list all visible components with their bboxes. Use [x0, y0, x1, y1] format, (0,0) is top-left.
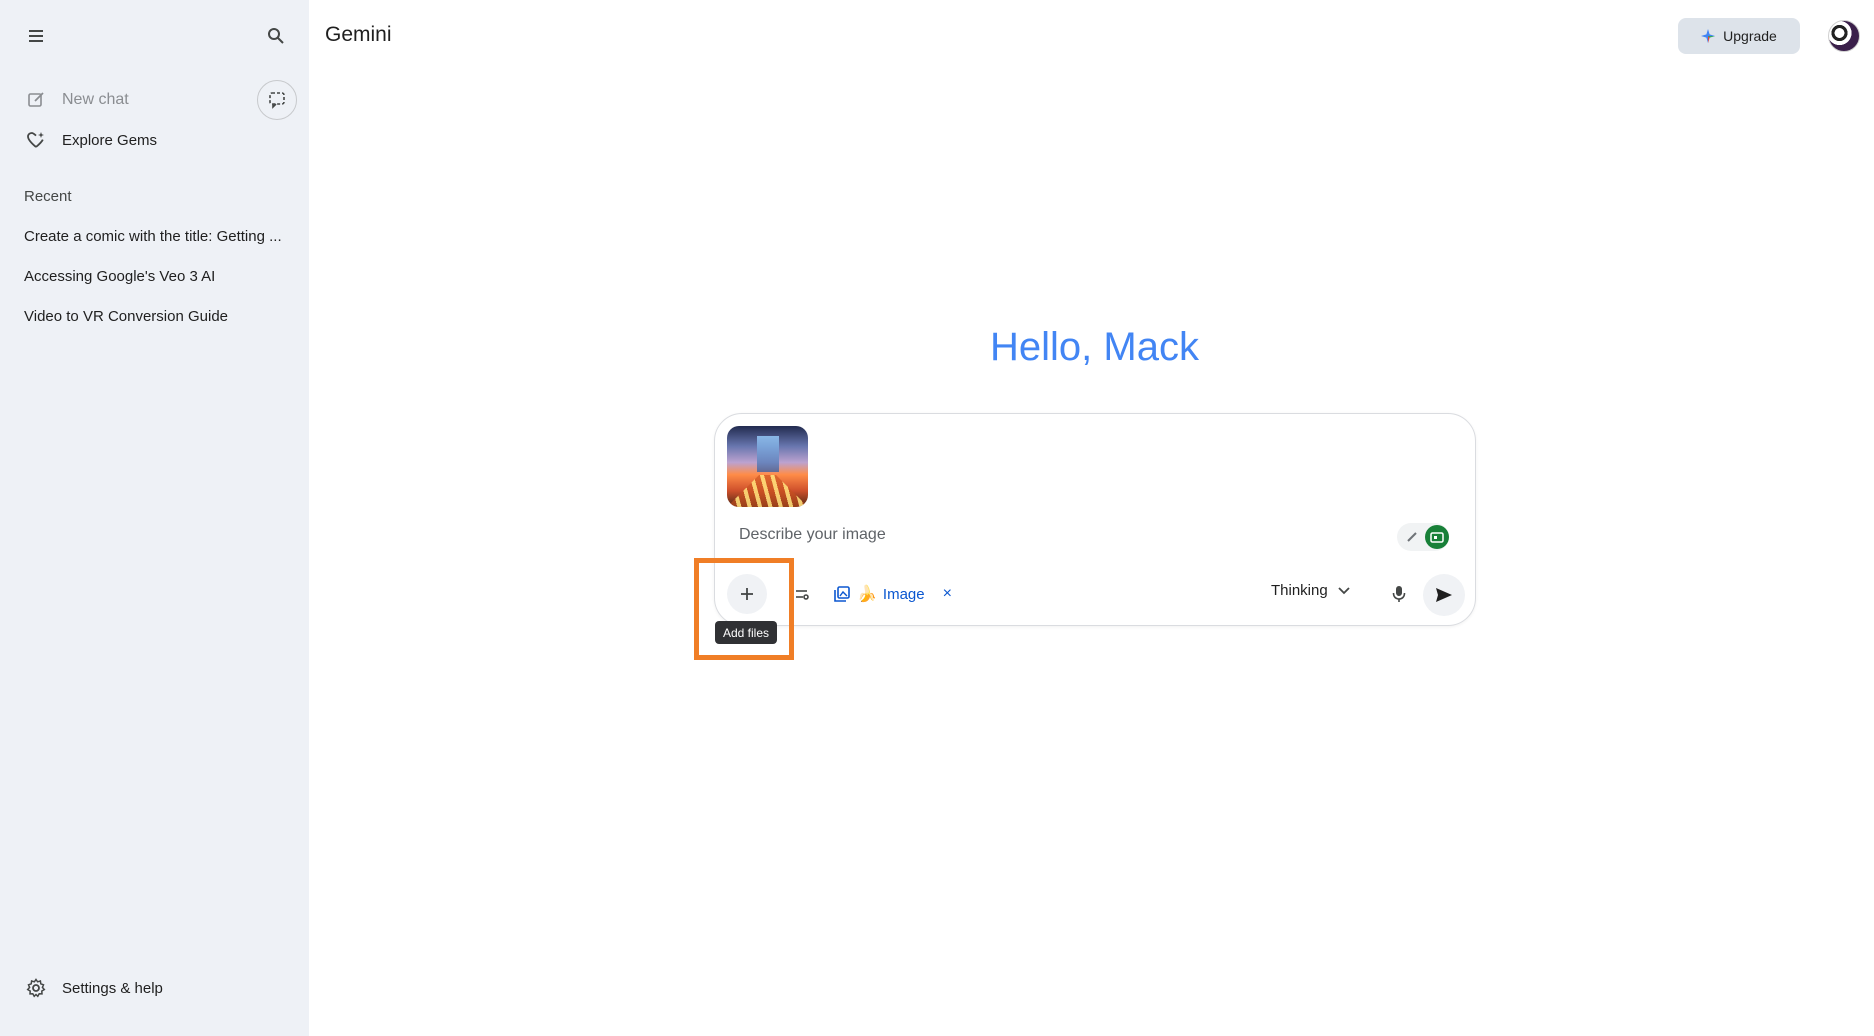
- main-menu-button[interactable]: [16, 16, 56, 56]
- hamburger-menu-icon: [29, 30, 43, 42]
- search-icon: [268, 28, 284, 44]
- recent-chat-item[interactable]: Accessing Google's Veo 3 AI: [24, 268, 286, 285]
- microphone-icon: [1392, 586, 1406, 602]
- image-tool-chip[interactable]: 🍌 Image ×: [833, 580, 952, 608]
- model-selector[interactable]: Thinking: [1271, 582, 1350, 599]
- canvas-icon: [1425, 525, 1449, 549]
- gem-heart-icon: [24, 128, 48, 152]
- recent-chat-item[interactable]: Video to VR Conversion Guide: [24, 308, 286, 325]
- new-chat-button[interactable]: New chat: [0, 81, 300, 119]
- tune-icon: [796, 590, 809, 600]
- sparkle-icon: [1701, 29, 1716, 43]
- recent-chat-item[interactable]: Create a comic with the title: Getting .…: [24, 228, 286, 245]
- avatar[interactable]: [1828, 20, 1860, 52]
- add-files-button[interactable]: [727, 574, 767, 614]
- new-chat-label: New chat: [62, 91, 129, 108]
- image-chip-label: Image: [882, 585, 925, 603]
- recent-section-label: Recent: [24, 188, 72, 205]
- edit-square-icon: [24, 88, 48, 112]
- greeting-heading: Hello, Mack: [990, 325, 1199, 369]
- upgrade-label: Upgrade: [1723, 28, 1777, 44]
- prompt-composer: Describe your image 🍌 Image × Thinking: [714, 413, 1476, 626]
- upgrade-button[interactable]: Upgrade: [1678, 18, 1800, 54]
- microphone-button[interactable]: [1385, 580, 1413, 608]
- extension-toggle[interactable]: [1397, 523, 1449, 551]
- temporary-chat-button[interactable]: [257, 80, 297, 120]
- banana-icon: 🍌: [857, 586, 877, 603]
- plus-icon: [741, 588, 753, 600]
- send-button[interactable]: [1423, 574, 1465, 616]
- settings-help-label: Settings & help: [62, 979, 163, 997]
- tools-button[interactable]: [795, 586, 811, 602]
- add-files-tooltip: Add files: [715, 621, 778, 644]
- explore-gems-label: Explore Gems: [62, 131, 158, 149]
- gear-icon: [24, 976, 48, 1000]
- send-icon: [1436, 588, 1452, 602]
- gemini-app: New chat Explore Gems Recent Create a co…: [0, 0, 1874, 1036]
- model-label: Thinking: [1271, 582, 1328, 599]
- chevron-down-icon: [1338, 586, 1350, 594]
- pencil-icon: [1401, 526, 1423, 548]
- search-button[interactable]: [256, 16, 296, 56]
- image-gallery-icon: [834, 586, 850, 602]
- chat-bubble-dashed-icon: [269, 92, 285, 109]
- close-icon[interactable]: ×: [943, 585, 952, 603]
- prompt-input[interactable]: Describe your image: [739, 526, 886, 544]
- attached-image-thumbnail[interactable]: [727, 426, 808, 507]
- sidebar: New chat Explore Gems Recent Create a co…: [0, 0, 309, 1036]
- explore-gems-button[interactable]: Explore Gems: [0, 121, 300, 159]
- thumbnail-building-shape: [757, 436, 779, 472]
- thumbnail-road-shape: [727, 474, 808, 507]
- settings-help-button[interactable]: Settings & help: [0, 969, 300, 1007]
- app-title[interactable]: Gemini: [325, 23, 392, 47]
